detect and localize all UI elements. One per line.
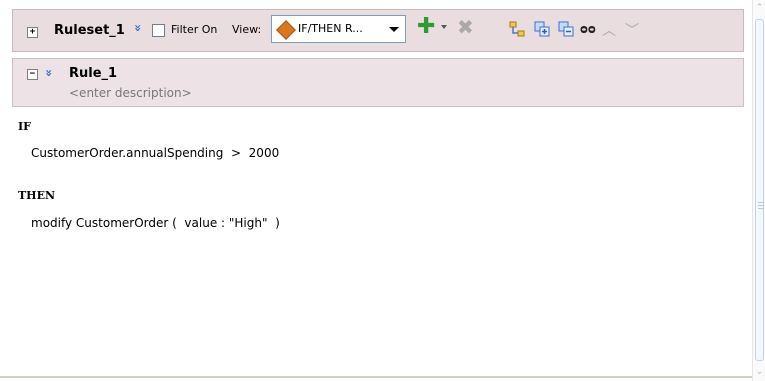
view-label: View: [232, 23, 262, 36]
add-icon[interactable]: ✚ [417, 16, 435, 38]
scroll-down-icon[interactable]: ⌄ [754, 366, 765, 378]
ifthen-diamond-icon [276, 20, 296, 40]
collapse-all-icon[interactable] [558, 21, 574, 37]
scroll-up-icon[interactable]: ⌃ [754, 2, 765, 14]
if-keyword: IF [18, 120, 31, 133]
view-dropdown-value: IF/THEN R... [298, 22, 363, 35]
ruleset-name[interactable]: Ruleset_1 [54, 23, 125, 38]
rule-header: − » Rule_1 <enter description> [12, 58, 744, 107]
vertical-scrollbar[interactable]: ⌃ ⌄ [752, 0, 765, 381]
add-dropdown-icon[interactable] [441, 25, 447, 29]
dropdown-arrow-icon [389, 27, 399, 32]
if-condition[interactable]: CustomerOrder.annualSpending > 2000 [31, 146, 279, 160]
filter-label[interactable]: Filter On [171, 23, 217, 36]
tree-icon[interactable] [509, 21, 525, 37]
find-icon[interactable]: ᴑᴑ [580, 22, 596, 36]
ruleset-expand-toggle[interactable]: + [27, 27, 38, 38]
ruleset-collapse-chevron-icon[interactable]: » [131, 24, 145, 32]
ruleset-toolbar: + Ruleset_1 » Filter On View: IF/THEN R.… [12, 9, 744, 52]
scroll-thumb[interactable] [755, 19, 764, 361]
view-dropdown[interactable]: IF/THEN R... [271, 15, 406, 43]
scroll-grip-icon [758, 202, 764, 210]
rule-description-field[interactable]: <enter description> [69, 86, 192, 100]
delete-icon[interactable]: ✖ [457, 17, 474, 37]
rule-expand-toggle[interactable]: − [27, 69, 38, 80]
move-down-icon[interactable]: ﹀ [625, 20, 639, 40]
expand-all-icon[interactable] [534, 21, 550, 37]
bottom-divider [0, 376, 752, 378]
then-action[interactable]: modify CustomerOrder ( value : "High" ) [31, 216, 280, 230]
rule-collapse-chevron-icon[interactable]: » [42, 69, 56, 77]
rule-name[interactable]: Rule_1 [69, 66, 117, 81]
move-up-icon[interactable]: ︿ [602, 20, 616, 40]
filter-checkbox[interactable] [152, 24, 165, 37]
rules-editor: + Ruleset_1 » Filter On View: IF/THEN R.… [0, 0, 752, 381]
then-keyword: THEN [18, 189, 56, 202]
